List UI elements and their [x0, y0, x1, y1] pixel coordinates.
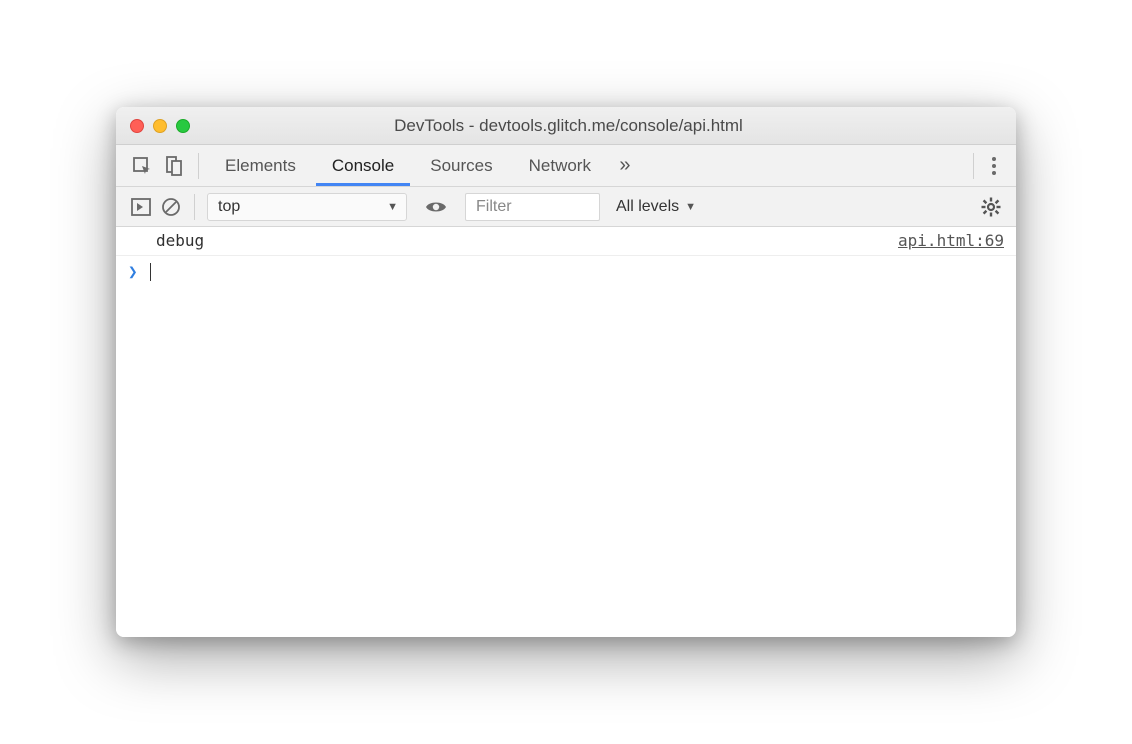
console-settings-button[interactable]: [976, 187, 1006, 227]
tabbar: Elements Console Sources Network »: [116, 145, 1016, 187]
clear-icon: [161, 197, 181, 217]
tab-network[interactable]: Network: [511, 145, 609, 186]
close-window-button[interactable]: [130, 119, 144, 133]
minimize-window-button[interactable]: [153, 119, 167, 133]
live-expression-button[interactable]: [421, 187, 451, 227]
prompt-arrow-icon: ❯: [128, 262, 138, 281]
chevron-down-icon: ▼: [387, 201, 398, 213]
tab-label: Network: [529, 156, 591, 176]
levels-label: All levels: [616, 198, 679, 216]
execution-context-select[interactable]: top ▼: [207, 193, 407, 221]
log-source-link[interactable]: api.html:69: [898, 231, 1004, 250]
log-levels-select[interactable]: All levels ▼: [616, 198, 696, 216]
tab-elements[interactable]: Elements: [207, 145, 314, 186]
console-prompt[interactable]: ❯: [116, 256, 1016, 285]
tab-label: Sources: [430, 156, 492, 176]
device-toolbar-button[interactable]: [158, 145, 190, 187]
tabs: Elements Console Sources Network: [207, 145, 609, 186]
chevron-double-right-icon: »: [619, 154, 630, 177]
window-title: DevTools - devtools.glitch.me/console/ap…: [190, 116, 947, 136]
eye-icon: [425, 199, 447, 215]
context-value: top: [218, 198, 240, 216]
tab-label: Console: [332, 156, 394, 176]
toggle-sidebar-button[interactable]: [126, 187, 156, 227]
gear-icon: [980, 196, 1002, 218]
maximize-window-button[interactable]: [176, 119, 190, 133]
tab-sources[interactable]: Sources: [412, 145, 510, 186]
log-row: debug api.html:69: [116, 227, 1016, 256]
more-options-button[interactable]: [982, 157, 1006, 175]
tab-console[interactable]: Console: [314, 145, 412, 186]
tab-label: Elements: [225, 156, 296, 176]
clear-console-button[interactable]: [156, 187, 186, 227]
devtools-window: DevTools - devtools.glitch.me/console/ap…: [116, 107, 1016, 637]
console-body: debug api.html:69 ❯: [116, 227, 1016, 637]
titlebar: DevTools - devtools.glitch.me/console/ap…: [116, 107, 1016, 145]
separator: [973, 153, 974, 179]
text-cursor: [150, 263, 151, 281]
separator: [194, 194, 195, 220]
log-message: debug: [156, 231, 898, 250]
more-tabs-button[interactable]: »: [609, 154, 641, 177]
sidebar-icon: [131, 198, 151, 216]
device-icon: [164, 155, 184, 177]
separator: [198, 153, 199, 179]
filter-input[interactable]: [465, 193, 600, 221]
inspect-element-button[interactable]: [126, 145, 158, 187]
console-toolbar: top ▼ All levels ▼: [116, 187, 1016, 227]
traffic-lights: [130, 119, 190, 133]
inspect-icon: [132, 156, 152, 176]
chevron-down-icon: ▼: [685, 201, 696, 213]
